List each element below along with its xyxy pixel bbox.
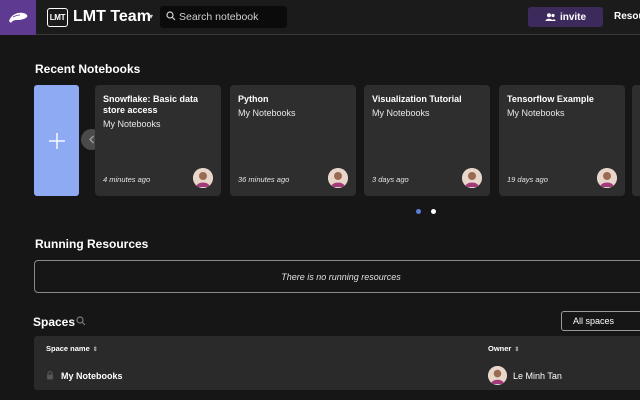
notebook-title: Tensorflow Example [507,94,594,104]
notebook-space: My Notebooks [507,108,565,118]
invite-button[interactable]: invite [528,7,603,27]
space-filter-value: All spaces [573,316,615,326]
new-notebook-button[interactable] [34,85,79,196]
team-logo[interactable]: LMT [47,8,68,27]
notebook-time: 36 minutes ago [238,175,290,184]
empty-state-text: There is no running resources [281,271,401,282]
invite-label: invite [559,11,587,23]
spaces-table: Space name ⇕ Owner ⇕ My Notebooks Le Minh … [34,336,640,390]
notebook-space: My Notebooks [238,108,296,118]
search-icon[interactable] [76,316,86,326]
space-filter-select[interactable]: All spaces [561,311,640,331]
column-label: Space name [46,344,90,353]
carousel-dot[interactable] [416,209,421,214]
notebook-card[interactable]: Visualization Tutorial My Notebooks 3 da… [364,85,490,196]
notebook-title: Python [238,94,269,104]
caret-down-icon[interactable]: ▾ [149,12,153,21]
add-user-icon [545,13,556,21]
plus-icon [48,132,65,149]
notebook-space: My Notebooks [103,119,161,129]
sort-icon[interactable]: ⇕ [93,347,98,353]
sort-icon[interactable]: ⇕ [514,347,519,353]
notebook-title: Snowflake: Basic data store access [103,94,199,115]
top-bar: LMT LMT Team ▾ invite Resources [0,0,640,35]
avatar [328,168,348,188]
search-box[interactable] [160,6,287,28]
spaces-title: Spaces [33,315,76,329]
column-header-owner[interactable]: Owner ⇕ [488,344,519,353]
avatar [488,366,507,385]
avatar [597,168,617,188]
notebook-card[interactable]: Python My Notebooks 36 minutes ago [230,85,356,196]
notebook-time: 3 days ago [372,175,409,184]
team-name[interactable]: LMT Team [73,7,151,27]
notebook-time: 4 minutes ago [103,175,151,184]
space-name[interactable]: My Notebooks [61,371,123,381]
resources-nav-link[interactable]: Resources [614,11,640,22]
app-logo[interactable] [0,0,36,35]
search-input[interactable] [179,9,283,25]
notebook-card-partial[interactable] [632,85,640,196]
notebook-title: Visualization Tutorial [372,94,462,104]
running-resources-panel: There is no running resources [34,260,640,293]
recent-notebooks-title: Recent Notebooks [35,62,141,76]
lock-icon [47,371,53,380]
search-icon [166,11,176,21]
avatar [193,168,213,188]
notebook-space: My Notebooks [372,108,430,118]
carousel-dot-active[interactable] [431,209,436,214]
notebook-time: 19 days ago [507,175,548,184]
running-resources-title: Running Resources [35,237,149,251]
space-owner: Le Minh Tan [513,371,562,381]
notebook-card[interactable]: Tensorflow Example My Notebooks 19 days … [499,85,625,196]
column-label: Owner [488,344,512,353]
notebook-card[interactable]: Snowflake: Basic data store access My No… [95,85,221,196]
app-logo-icon [9,12,28,23]
avatar [462,168,482,188]
chevron-left-icon [89,135,94,144]
column-header-space-name[interactable]: Space name ⇕ [46,344,98,353]
